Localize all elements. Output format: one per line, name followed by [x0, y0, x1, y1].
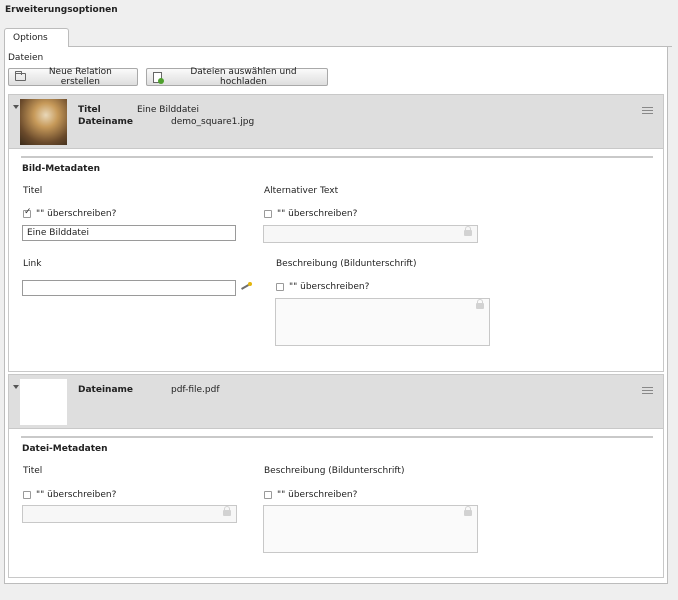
caret-down-icon[interactable] [13, 385, 19, 389]
title-override-checkbox[interactable] [23, 207, 32, 218]
alt-text-input[interactable] [263, 225, 478, 243]
file-record-pdf: Dateiname pdf-file.pdf Datei-Metadaten T… [8, 374, 664, 578]
description-override-label: "" überschreiben? [277, 490, 358, 500]
description-field-label: Beschreibung (Bildunterschrift) [276, 259, 417, 269]
drag-handle-icon[interactable] [642, 387, 653, 394]
section-title: Erweiterungsoptionen [5, 5, 118, 15]
description-override-label: "" überschreiben? [289, 282, 370, 292]
drag-handle-icon[interactable] [642, 107, 653, 114]
alt-text-field-label: Alternativer Text [264, 186, 339, 196]
title-override-label: "" überschreiben? [36, 490, 117, 500]
title-input[interactable] [22, 505, 237, 523]
files-label: Dateien [8, 53, 44, 63]
alt-text-override-row: "" überschreiben? [264, 209, 357, 219]
description-override-row: "" überschreiben? [264, 490, 357, 500]
metadata-separator [21, 436, 653, 438]
description-override-checkbox[interactable] [276, 283, 284, 291]
alt-text-override-label: "" überschreiben? [277, 209, 358, 219]
filename-header-label: Dateiname [78, 385, 133, 395]
title-override-row: "" überschreiben? [23, 207, 117, 219]
alt-text-override-checkbox[interactable] [264, 210, 272, 218]
description-textarea[interactable] [263, 505, 478, 553]
lock-icon [476, 299, 484, 309]
pdf-thumbnail [20, 379, 67, 425]
caret-down-icon[interactable] [13, 105, 19, 109]
folder-icon [15, 71, 26, 81]
link-field-label: Link [23, 259, 42, 269]
filename-header-label: Dateiname [78, 117, 133, 127]
tab-bar: Options [4, 28, 672, 48]
record-header[interactable]: Dateiname pdf-file.pdf [9, 375, 663, 429]
filename-header-value: pdf-file.pdf [171, 385, 220, 395]
filename-header-value: demo_square1.jpg [171, 117, 255, 127]
lock-icon [464, 226, 472, 236]
image-thumbnail [20, 99, 67, 145]
title-field-label: Titel [23, 186, 43, 196]
link-input[interactable] [22, 280, 236, 296]
title-override-checkbox[interactable] [23, 491, 31, 499]
file-metadata-title: Datei-Metadaten [22, 444, 108, 454]
image-metadata-title: Bild-Metadaten [22, 164, 100, 174]
file-upload-icon [153, 71, 164, 84]
title-header-label: Titel [78, 105, 101, 115]
lock-icon [223, 506, 231, 516]
new-relation-button[interactable]: Neue Relation erstellen [8, 67, 138, 87]
title-override-label: "" überschreiben? [36, 209, 117, 219]
record-header[interactable]: Titel Eine Bilddatei Dateiname demo_squa… [9, 95, 663, 149]
new-relation-label: Neue Relation erstellen [48, 67, 112, 87]
select-upload-button[interactable]: Dateien auswählen und hochladen [146, 67, 328, 87]
title-input[interactable] [22, 225, 236, 241]
link-wizard-icon[interactable] [241, 282, 252, 291]
title-field-label: Titel [23, 466, 43, 476]
description-override-checkbox[interactable] [264, 491, 272, 499]
description-textarea[interactable] [275, 298, 490, 346]
description-field-label: Beschreibung (Bildunterschrift) [264, 466, 405, 476]
title-header-value: Eine Bilddatei [137, 105, 199, 115]
lock-icon [464, 506, 472, 516]
file-record-image: Titel Eine Bilddatei Dateiname demo_squa… [8, 94, 664, 372]
description-override-row: "" überschreiben? [276, 282, 369, 292]
select-upload-label: Dateien auswählen und hochladen [190, 67, 297, 87]
metadata-separator [21, 156, 653, 158]
title-override-row: "" überschreiben? [23, 490, 116, 500]
tab-options[interactable]: Options [4, 28, 69, 48]
